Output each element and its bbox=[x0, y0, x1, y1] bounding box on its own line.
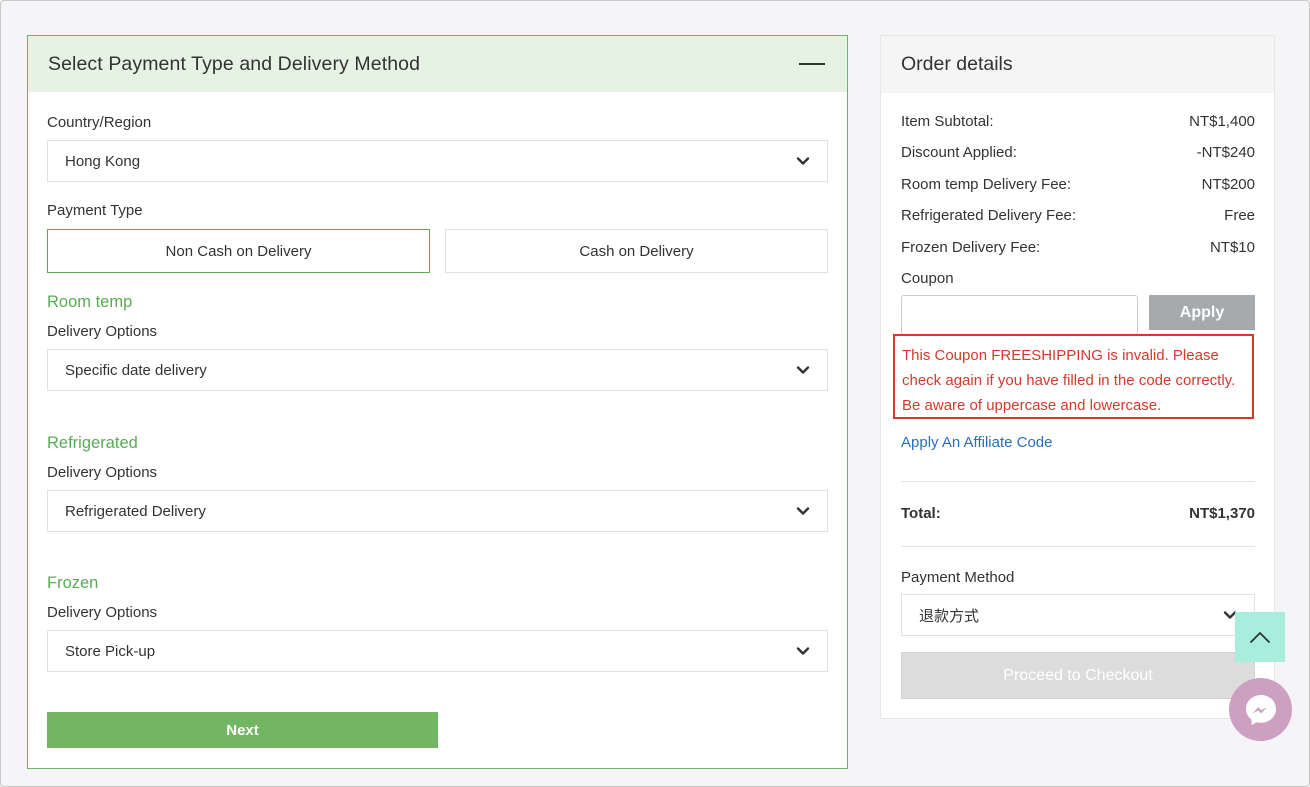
row-value: NT$200 bbox=[1201, 176, 1255, 193]
payment-method-value: 退款方式 bbox=[919, 607, 980, 625]
payment-delivery-panel: Select Payment Type and Delivery Method … bbox=[27, 35, 848, 769]
apply-coupon-button[interactable]: Apply bbox=[1149, 295, 1255, 330]
row-label: Refrigerated Delivery Fee: bbox=[901, 207, 1077, 224]
discount-row: Discount Applied: -NT$240 bbox=[901, 144, 1255, 161]
coupon-error-message: This Coupon FREESHIPPING is invalid. Ple… bbox=[893, 334, 1254, 419]
refrigerated-fee-row: Refrigerated Delivery Fee: Free bbox=[901, 207, 1255, 224]
row-value: Free bbox=[1224, 207, 1255, 224]
refrigerated-delivery-value: Refrigerated Delivery bbox=[65, 502, 206, 520]
room-temp-section-title: Room temp bbox=[47, 293, 133, 311]
room-temp-delivery-select[interactable]: Specific date delivery bbox=[47, 349, 828, 391]
frozen-delivery-label: Delivery Options bbox=[47, 604, 158, 621]
payment-method-label: Payment Method bbox=[901, 569, 1015, 586]
row-label: Room temp Delivery Fee: bbox=[901, 176, 1072, 193]
total-value: NT$1,370 bbox=[1189, 505, 1255, 522]
minus-icon[interactable] bbox=[799, 63, 825, 65]
refrigerated-section-title: Refrigerated bbox=[47, 434, 138, 452]
messenger-icon bbox=[1245, 694, 1276, 725]
frozen-delivery-value: Store Pick-up bbox=[65, 642, 156, 660]
non-cash-on-delivery-button[interactable]: Non Cash on Delivery bbox=[47, 229, 430, 273]
cash-on-delivery-button[interactable]: Cash on Delivery bbox=[445, 229, 828, 273]
total-label: Total: bbox=[901, 505, 941, 522]
order-details-header: Order details bbox=[881, 36, 1274, 93]
room-temp-delivery-value: Specific date delivery bbox=[65, 361, 207, 379]
scroll-to-top-button[interactable] bbox=[1235, 612, 1285, 662]
messenger-chat-button[interactable] bbox=[1229, 678, 1292, 741]
coupon-input[interactable] bbox=[901, 295, 1138, 335]
country-select[interactable]: Hong Kong bbox=[47, 140, 828, 182]
frozen-delivery-select[interactable]: Store Pick-up bbox=[47, 630, 828, 672]
proceed-to-checkout-button[interactable]: Proceed to Checkout bbox=[901, 652, 1255, 699]
next-button[interactable]: Next bbox=[47, 712, 438, 748]
item-subtotal-row: Item Subtotal: NT$1,400 bbox=[901, 113, 1255, 130]
chevron-down-icon bbox=[796, 507, 810, 515]
panel-header[interactable]: Select Payment Type and Delivery Method bbox=[28, 36, 847, 92]
chevron-up-icon bbox=[1250, 632, 1270, 643]
chevron-down-icon bbox=[796, 366, 810, 374]
total-row: Total: NT$1,370 bbox=[901, 505, 1255, 522]
row-label: Frozen Delivery Fee: bbox=[901, 239, 1041, 256]
frozen-fee-row: Frozen Delivery Fee: NT$10 bbox=[901, 239, 1255, 256]
refrigerated-delivery-select[interactable]: Refrigerated Delivery bbox=[47, 490, 828, 532]
chevron-down-icon bbox=[796, 647, 810, 655]
divider bbox=[901, 481, 1255, 482]
row-value: -NT$240 bbox=[1196, 144, 1255, 161]
order-details-title: Order details bbox=[901, 53, 1013, 75]
payment-method-select[interactable]: 退款方式 bbox=[901, 594, 1255, 636]
divider bbox=[901, 546, 1255, 547]
country-value: Hong Kong bbox=[65, 152, 141, 170]
room-temp-fee-row: Room temp Delivery Fee: NT$200 bbox=[901, 176, 1255, 193]
panel-title: Select Payment Type and Delivery Method bbox=[48, 52, 421, 75]
chevron-down-icon bbox=[796, 157, 810, 165]
row-value: NT$10 bbox=[1209, 239, 1255, 256]
coupon-label: Coupon bbox=[901, 270, 954, 287]
row-label: Discount Applied: bbox=[901, 144, 1017, 161]
apply-affiliate-code-link[interactable]: Apply An Affiliate Code bbox=[901, 434, 1053, 451]
row-label: Item Subtotal: bbox=[901, 113, 994, 130]
order-details-panel: Order details Item Subtotal: NT$1,400 Di… bbox=[880, 35, 1275, 719]
row-value: NT$1,400 bbox=[1189, 113, 1255, 130]
payment-type-label: Payment Type bbox=[47, 202, 143, 219]
refrigerated-delivery-label: Delivery Options bbox=[47, 464, 158, 481]
frozen-section-title: Frozen bbox=[47, 574, 99, 592]
room-temp-delivery-label: Delivery Options bbox=[47, 323, 158, 340]
country-label: Country/Region bbox=[47, 114, 152, 131]
